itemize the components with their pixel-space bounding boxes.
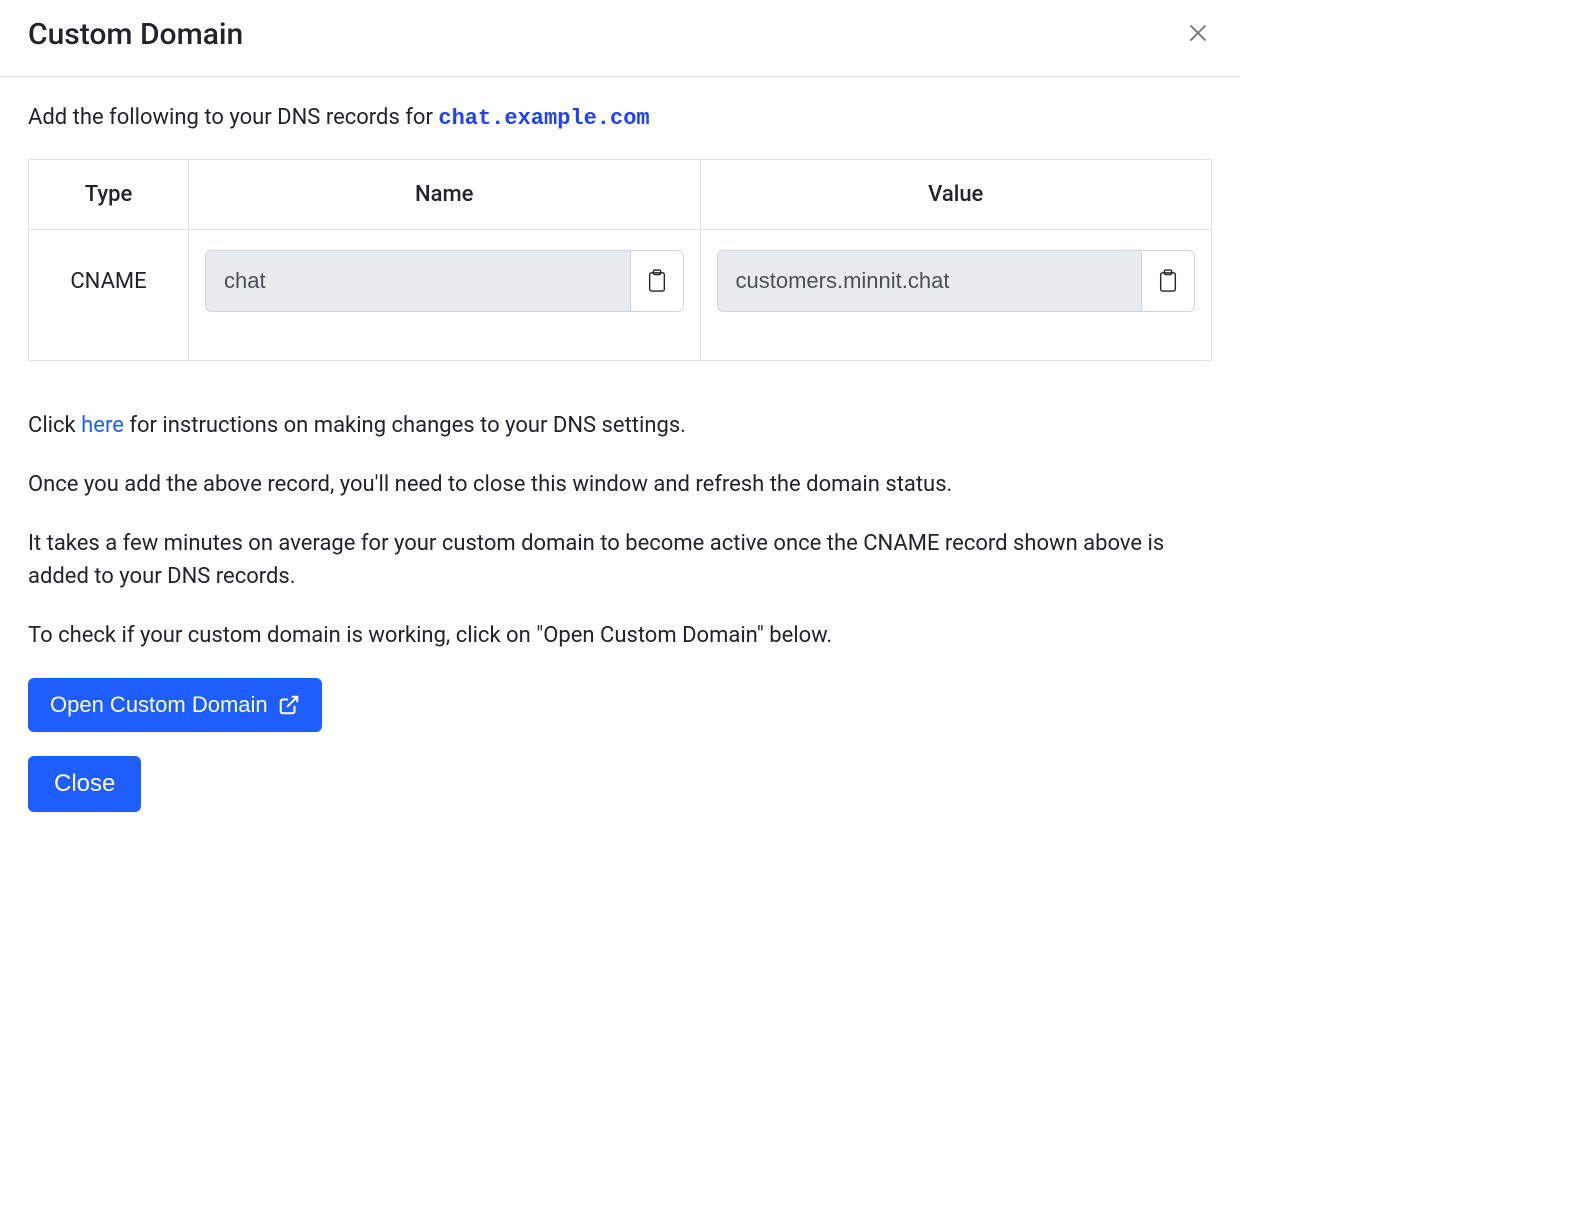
close-icon[interactable] — [1180, 16, 1216, 52]
column-header-type: Type — [29, 160, 189, 230]
modal-header: Custom Domain — [0, 0, 1240, 77]
record-value-input[interactable] — [717, 250, 1142, 312]
dns-records-table: Type Name Value CNAME — [28, 159, 1212, 361]
clipboard-icon — [1157, 268, 1179, 294]
intro-prefix: Add the following to your DNS records fo… — [28, 105, 438, 130]
wait-instruction-text: It takes a few minutes on average for yo… — [28, 527, 1212, 593]
external-link-icon — [278, 694, 300, 716]
record-name-input[interactable] — [205, 250, 630, 312]
instructions-link-text: Click here for instructions on making ch… — [28, 409, 1212, 442]
click-suffix: for instructions on making changes to yo… — [124, 413, 686, 438]
refresh-instruction-text: Once you add the above record, you'll ne… — [28, 468, 1212, 501]
table-header-row: Type Name Value — [29, 160, 1212, 230]
copy-name-button[interactable] — [630, 250, 684, 312]
check-instruction-text: To check if your custom domain is workin… — [28, 619, 1212, 652]
domain-name: chat.example.com — [438, 106, 649, 131]
modal-body: Add the following to your DNS records fo… — [0, 77, 1240, 836]
close-button[interactable]: Close — [28, 756, 141, 812]
copy-value-button[interactable] — [1141, 250, 1195, 312]
column-header-name: Name — [189, 160, 701, 230]
record-name-cell — [189, 230, 701, 361]
value-input-group — [717, 250, 1196, 312]
here-link[interactable]: here — [81, 413, 124, 438]
table-row: CNAME — [29, 230, 1212, 361]
open-custom-domain-button[interactable]: Open Custom Domain — [28, 678, 322, 732]
custom-domain-modal: Custom Domain Add the following to your … — [0, 0, 1240, 836]
open-domain-label: Open Custom Domain — [50, 692, 268, 718]
record-value-cell — [700, 230, 1212, 361]
name-input-group — [205, 250, 684, 312]
record-type: CNAME — [29, 230, 189, 361]
intro-text: Add the following to your DNS records fo… — [28, 105, 1212, 131]
clipboard-icon — [646, 268, 668, 294]
click-prefix: Click — [28, 413, 81, 438]
modal-title: Custom Domain — [28, 17, 243, 52]
column-header-value: Value — [700, 160, 1212, 230]
